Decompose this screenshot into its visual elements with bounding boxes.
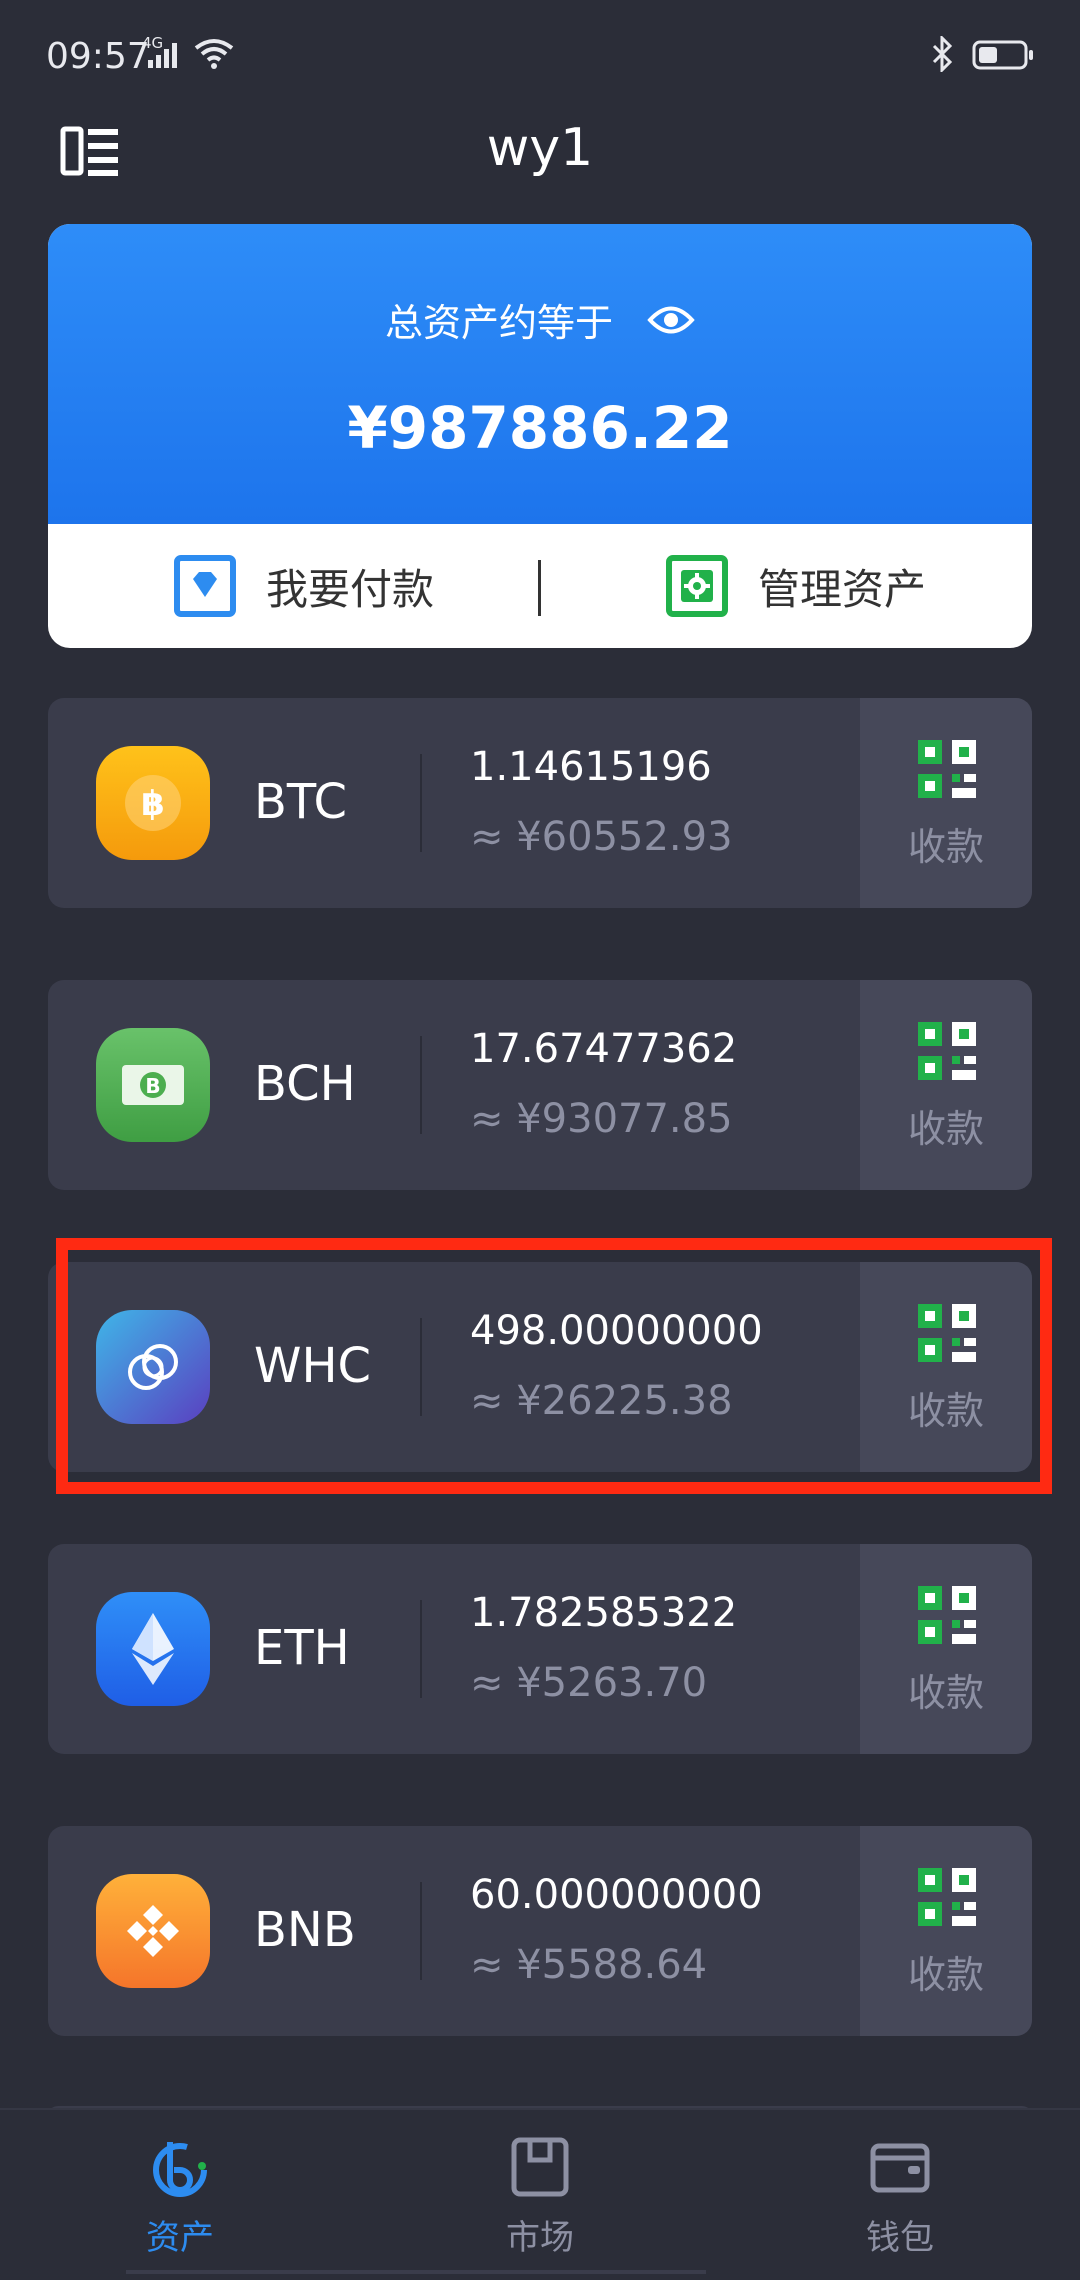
qr-code-icon (918, 1586, 976, 1644)
wallet-icon (870, 2143, 930, 2193)
receive-button[interactable]: 收款 (860, 698, 1032, 908)
asset-symbol: BNB (254, 1902, 356, 1958)
asset-symbol: ETH (254, 1620, 350, 1676)
asset-amount: 1.14615196 (470, 744, 712, 790)
nav-item-assets[interactable]: 资产 (50, 2110, 310, 2280)
receive-button[interactable]: 收款 (860, 980, 1032, 1190)
status-bar: 09:57 4G (0, 0, 1080, 110)
binance-icon (96, 1874, 210, 1988)
nav-label-wallet: 钱包 (866, 2218, 934, 2258)
manage-assets-label: 管理资产 (758, 564, 927, 614)
gear-icon (666, 555, 728, 617)
bluetooth-icon (932, 36, 953, 72)
pay-button-label: 我要付款 (266, 564, 435, 614)
asset-fiat-value: ≈ ¥5263.70 (470, 1660, 708, 1706)
asset-symbol: BTC (254, 774, 347, 830)
receive-label: 收款 (907, 825, 984, 869)
eye-icon[interactable] (647, 303, 695, 337)
asset-row-eth[interactable]: ETH 1.782585322 ≈ ¥5263.70 收款 (48, 1544, 1032, 1754)
receive-button[interactable]: 收款 (860, 1826, 1032, 2036)
total-assets-label: 总资产约等于 (384, 301, 613, 345)
assets-icon (153, 2142, 207, 2197)
home-indicator (126, 2270, 706, 2274)
total-assets-value: ¥987886.22 (347, 394, 733, 462)
battery-icon (972, 40, 1033, 70)
svg-text:฿: ฿ (141, 784, 165, 824)
action-divider (538, 560, 541, 616)
market-icon (511, 2137, 569, 2197)
page-title: wy1 (486, 118, 594, 178)
qr-code-icon (918, 740, 976, 798)
nav-label-market: 市场 (506, 2218, 574, 2258)
ethereum-icon (96, 1592, 210, 1706)
nav-item-wallet[interactable]: 钱包 (770, 2110, 1030, 2280)
asset-fiat-value: ≈ ¥60552.93 (470, 814, 733, 860)
row-divider (420, 1036, 422, 1134)
card-actions: 我要付款 管理资产 (48, 524, 1032, 648)
asset-amount: 60.000000000 (470, 1872, 763, 1918)
nav-item-market[interactable]: 市场 (410, 2110, 670, 2280)
signal-icon (148, 43, 177, 68)
asset-amount: 17.67477362 (470, 1026, 738, 1072)
total-assets-label-row: 总资产约等于 (48, 292, 1032, 347)
row-divider (420, 754, 422, 852)
asset-row-bch[interactable]: B BCH 17.67477362 ≈ ¥93077.85 收款 (48, 980, 1032, 1190)
status-time: 09:57 (46, 36, 150, 77)
svg-text:B: B (145, 1074, 160, 1098)
receive-label: 收款 (907, 1671, 984, 1715)
receive-button[interactable]: 收款 (860, 1544, 1032, 1754)
manage-assets-button[interactable]: 管理资产 (666, 524, 926, 648)
diamond-icon (174, 555, 236, 617)
asset-row-btc[interactable]: ฿ BTC 1.14615196 ≈ ¥60552.93 收款 (48, 698, 1032, 908)
receive-label: 收款 (907, 1107, 984, 1151)
row-divider (420, 1600, 422, 1698)
asset-fiat-value: ≈ ¥93077.85 (470, 1096, 733, 1142)
nav-label-assets: 资产 (146, 2218, 214, 2258)
highlight-box (56, 1238, 1052, 1494)
bottom-nav: 资产 市场 钱包 (0, 2110, 1080, 2280)
qr-code-icon (918, 1868, 976, 1926)
asset-fiat-value: ≈ ¥5588.64 (470, 1942, 708, 1988)
pay-button[interactable]: 我要付款 (174, 524, 434, 648)
bitcoin-cash-icon: B (96, 1028, 210, 1142)
asset-amount: 1.782585322 (470, 1590, 738, 1636)
total-assets-header: 总资产约等于 ¥987886.22 (48, 224, 1032, 524)
asset-symbol: BCH (254, 1056, 356, 1112)
total-assets-card: 总资产约等于 ¥987886.22 我要付款 管理资产 (48, 224, 1032, 648)
wifi-icon (194, 39, 234, 69)
row-divider (420, 1882, 422, 1980)
asset-row-bnb[interactable]: BNB 60.000000000 ≈ ¥5588.64 收款 (48, 1826, 1032, 2036)
qr-code-icon (918, 1022, 976, 1080)
bitcoin-icon: ฿ (96, 746, 210, 860)
receive-label: 收款 (907, 1953, 984, 1997)
